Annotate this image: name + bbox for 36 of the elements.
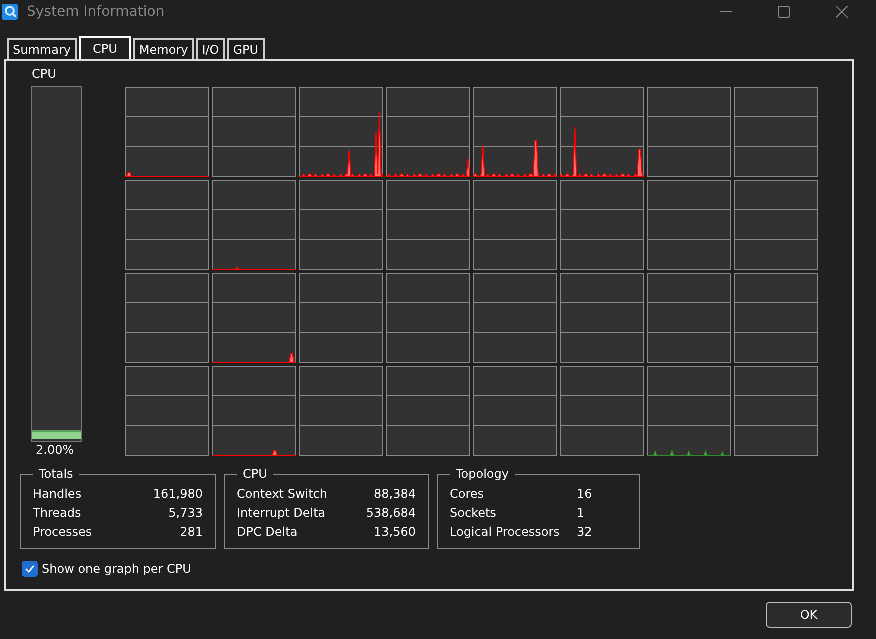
window-title: System Information — [27, 4, 165, 20]
tab[interactable]: GPU — [227, 38, 265, 59]
stat-value: 13,560 — [374, 524, 416, 541]
tab[interactable]: Memory — [133, 38, 194, 59]
meter-label: CPU — [32, 67, 56, 81]
stat-label: Cores — [450, 486, 484, 503]
checkbox[interactable] — [22, 561, 38, 577]
ok-button[interactable]: OK — [766, 602, 852, 628]
check-icon — [24, 563, 36, 575]
tab[interactable]: I/O — [196, 38, 226, 59]
stat-value: 538,684 — [366, 505, 416, 522]
stat-value: 161,980 — [153, 486, 203, 503]
group-title: Topology — [455, 467, 510, 481]
stat-label: Sockets — [450, 505, 496, 522]
stat-value: 16 — [577, 486, 594, 503]
close-icon[interactable] — [836, 6, 848, 18]
stat-value: 5,733 — [168, 505, 203, 522]
app-icon — [2, 4, 18, 20]
stat-label: Processes — [33, 524, 92, 541]
stat-value: 281 — [180, 524, 203, 541]
group-title: Totals — [38, 467, 74, 481]
stat-value: 88,384 — [374, 486, 416, 503]
tab[interactable]: Summary — [7, 38, 77, 59]
meter-reading: 2.00% — [36, 443, 74, 457]
checkbox-label[interactable]: Show one graph per CPU — [42, 562, 192, 576]
stat-value: 32 — [577, 524, 594, 541]
tab[interactable]: CPU — [79, 36, 132, 59]
stat-label: DPC Delta — [237, 524, 298, 541]
maximize-icon[interactable] — [778, 6, 790, 18]
group-title: CPU — [242, 467, 268, 481]
stat-label: Threads — [33, 505, 82, 522]
stat-label: Handles — [33, 486, 82, 503]
stat-label: Interrupt Delta — [237, 505, 326, 522]
stat-label: Context Switch — [237, 486, 328, 503]
stat-value: 1 — [577, 505, 586, 522]
stat-label: Logical Processors — [450, 524, 560, 541]
